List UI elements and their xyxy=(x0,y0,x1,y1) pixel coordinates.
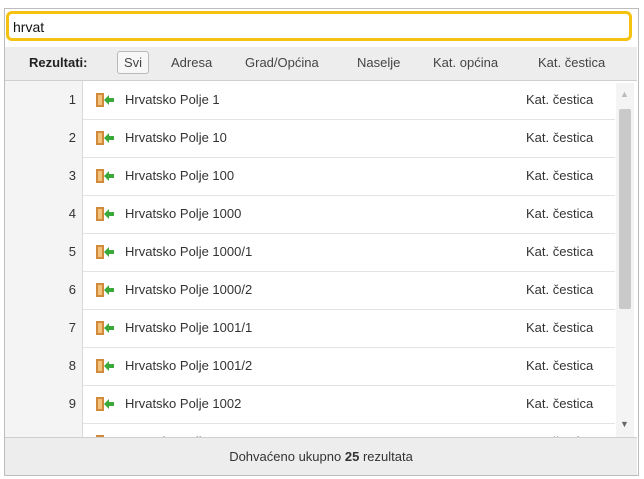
door-exit-icon xyxy=(95,168,115,184)
row-number: 9 xyxy=(5,385,83,423)
result-type: Kat. čestica xyxy=(526,423,593,437)
result-type: Kat. čestica xyxy=(526,92,594,107)
result-row[interactable]: 5 Hrvatsko Polje 1000/1 Kat. čestica xyxy=(5,233,615,272)
summary-suffix: rezultata xyxy=(362,449,413,464)
door-exit-icon xyxy=(95,92,115,108)
door-exit-icon xyxy=(95,282,115,298)
result-row[interactable]: 8 Hrvatsko Polje 1001/2 Kat. čestica xyxy=(5,347,615,386)
row-number: 3 xyxy=(5,157,83,195)
door-exit-icon xyxy=(95,358,115,374)
results-list: 1 Hrvatsko Polje 1 Kat. čestica 2 Hrvats… xyxy=(5,81,637,437)
result-type: Kat. čestica xyxy=(526,206,594,221)
result-name: Hrvatsko Polje 100 xyxy=(125,168,235,183)
scroll-down-arrow-icon[interactable]: ▼ xyxy=(620,419,629,429)
door-exit-icon xyxy=(95,396,115,412)
result-type: Kat. čestica xyxy=(526,130,594,145)
door-exit-icon xyxy=(95,244,115,260)
row-number: 5 xyxy=(5,233,83,271)
search-input[interactable] xyxy=(13,17,613,37)
row-number: 10 xyxy=(5,423,83,437)
result-name: Hrvatsko Polje 1001/2 xyxy=(125,358,253,373)
result-name: Hrvatsko Polje 1000/2 xyxy=(125,282,253,297)
result-row[interactable]: 9 Hrvatsko Polje 1002 Kat. čestica xyxy=(5,385,615,424)
filter-label: Rezultati: xyxy=(29,55,88,70)
filter-bar: Rezultati: Svi Adresa Grad/Općina Naselj… xyxy=(5,47,637,81)
result-row[interactable]: 7 Hrvatsko Polje 1001/1 Kat. čestica xyxy=(5,309,615,348)
row-number: 2 xyxy=(5,119,83,157)
scrollbar-thumb[interactable] xyxy=(619,109,631,309)
summary-count: 25 xyxy=(344,449,360,464)
result-row[interactable]: 2 Hrvatsko Polje 10 Kat. čestica xyxy=(5,119,615,158)
result-name: Hrvatsko Polje 1000 xyxy=(125,206,242,221)
row-number: 7 xyxy=(5,309,83,347)
result-row[interactable]: 3 Hrvatsko Polje 100 Kat. čestica xyxy=(5,157,615,196)
vertical-scrollbar[interactable]: ▲ ▼ xyxy=(616,83,634,437)
tab-kat-cestica[interactable]: Kat. čestica xyxy=(538,55,605,70)
result-type: Kat. čestica xyxy=(526,358,594,373)
result-name: Hrvatsko Polje 1001/1 xyxy=(125,320,253,335)
scroll-up-arrow-icon[interactable]: ▲ xyxy=(620,89,629,99)
tab-kat-opcina[interactable]: Kat. općina xyxy=(433,55,498,70)
results-summary: Dohvaćeno ukupno 25 rezultata xyxy=(5,437,637,475)
tab-adresa[interactable]: Adresa xyxy=(171,55,212,70)
result-name: Hrvatsko Polje 1 xyxy=(125,92,220,107)
result-row[interactable]: 6 Hrvatsko Polje 1000/2 Kat. čestica xyxy=(5,271,615,310)
row-number: 8 xyxy=(5,347,83,385)
tab-naselje[interactable]: Naselje xyxy=(357,55,400,70)
door-exit-icon xyxy=(95,206,115,222)
summary-prefix: Dohvaćeno ukupno xyxy=(229,449,342,464)
door-exit-icon xyxy=(95,130,115,146)
result-row[interactable]: 4 Hrvatsko Polje 1000 Kat. čestica xyxy=(5,195,615,234)
result-type: Kat. čestica xyxy=(526,396,594,411)
row-number: 6 xyxy=(5,271,83,309)
result-row[interactable]: 10 Hrvatsko Polje 1003 Kat. čestica xyxy=(5,423,615,437)
result-type: Kat. čestica xyxy=(526,320,594,335)
search-box[interactable] xyxy=(6,11,632,41)
tab-svi[interactable]: Svi xyxy=(117,51,150,74)
result-type: Kat. čestica xyxy=(526,168,594,183)
result-type: Kat. čestica xyxy=(526,282,594,297)
result-name: Hrvatsko Polje 10 xyxy=(125,130,227,145)
result-type: Kat. čestica xyxy=(526,244,594,259)
row-number: 1 xyxy=(5,81,83,119)
row-number: 4 xyxy=(5,195,83,233)
result-row[interactable]: 1 Hrvatsko Polje 1 Kat. čestica xyxy=(5,81,615,120)
result-name: Hrvatsko Polje 1000/1 xyxy=(125,244,253,259)
door-exit-icon xyxy=(95,320,115,336)
result-name: Hrvatsko Polje 1002 xyxy=(125,396,242,411)
tab-grad-opcina[interactable]: Grad/Općina xyxy=(245,55,319,70)
result-name: Hrvatsko Polje 1003 xyxy=(125,423,241,437)
